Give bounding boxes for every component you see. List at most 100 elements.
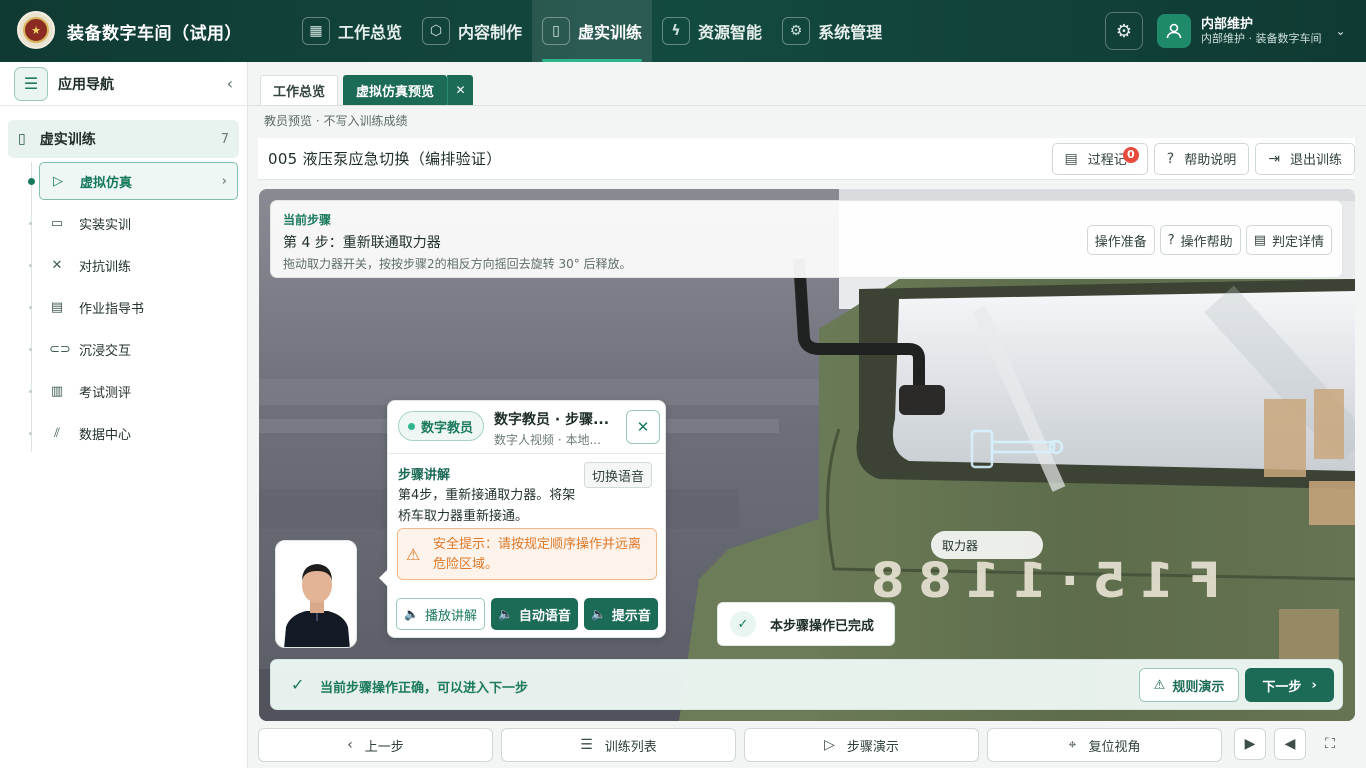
nav-item-label: 虚实训练 [578,23,643,42]
next-step-label: 下一步 [1262,679,1302,695]
help-button[interactable]: ? 帮助说明 [1153,142,1250,175]
warning-icon: ⚠ [406,545,421,564]
reset-view-label: 复位视角 [1088,739,1141,755]
play-explanation-button[interactable]: 🔈 播放讲解 [396,598,485,630]
bolt-icon: ϟ [662,17,691,45]
help-circle-icon: ? [1167,232,1175,248]
sidebar-header: ☰ 应用导航 ‹ [0,62,247,106]
simulation-viewport[interactable]: F15·1188 当前步骤 第 4 步：重新联通取力器 拖动取力器开关，按按步骤… [259,189,1355,721]
user-subtitle: 内部维护 · 装备数字车间 [1201,31,1322,45]
book-icon: ▯ [542,17,571,45]
exit-icon: ⇥ [1268,150,1280,167]
panel-right-icon: ▶ [1244,736,1256,752]
play-circle-icon: ▷ [53,173,63,189]
monitor-icon: ▭ [50,215,64,231]
main-nav: ▦ 工作总览 ⬡ 内容制作 ▯ 虚实训练 ϟ 资源智能 ⚙ 系统管理 [292,0,892,62]
panel-expand-button[interactable]: ▶ [1234,728,1266,760]
training-list-button[interactable]: ☰ 训练列表 [501,728,736,762]
step-demo-button[interactable]: ▷ 步骤演示 [744,728,979,762]
chevron-right-icon: › [221,173,227,189]
sidebar-item-data[interactable]: ⫽ 数据中心 [29,414,238,452]
tab-overview[interactable]: 工作总览 [260,75,339,105]
step-explanation-text: 第4步，重新接通取力器。将架桥车取力器重新接通。 [398,488,576,524]
callout-title: 数字教员 · 步骤... [494,412,610,428]
swords-icon: ✕ [51,257,63,273]
record-count-badge: 0 [1122,146,1139,163]
nav-item-label: 工作总览 [338,23,403,42]
online-dot-icon [408,422,415,430]
next-step-button[interactable]: 下一步 › [1245,668,1334,702]
user-name: 内部维护 [1201,16,1254,32]
switch-voice-button[interactable]: 切换语音 [584,462,653,488]
instructor-actions: 🔈 播放讲解 🔈 自动语音 🔈 提示音 [396,598,658,630]
check-icon: ✓ [730,611,756,637]
auto-voice-button[interactable]: 🔈 自动语音 [490,598,578,630]
auto-voice-label: 自动语音 [518,608,571,624]
previous-step-label: 上一步 [364,739,404,755]
cue-sound-button[interactable]: 🔈 提示音 [583,598,658,630]
crosshair-icon: ⌖ [1068,737,1077,753]
warning-icon: ⚠ [1153,677,1166,693]
speaker-icon: 🔈 [497,607,513,621]
sidebar-item-label: 数据中心 [79,427,132,443]
emblem-icon: ★ [17,11,55,49]
part-label-pto[interactable]: 取力器 [931,531,1043,559]
vr-icon: ⊂⊃ [49,341,71,357]
nav-item-training[interactable]: ▯ 虚实训练 [532,0,653,62]
safety-warning-text: 安全提示：请按规定顺序操作并远离危险区域。 [433,537,642,572]
close-callout-button[interactable]: ✕ [626,410,660,444]
step-status-bar: ✓ 当前步骤操作正确，可以进入下一步 ⚠ 规则演示 下一步 › [270,659,1343,710]
rule-demo-button[interactable]: ⚠ 规则演示 [1139,668,1239,702]
menu-button[interactable]: ☰ [14,66,48,101]
clipboard-icon: ▥ [50,383,64,399]
sidebar-group-training[interactable]: ▯ 虚实训练 7 [8,120,239,158]
sidebar-item-immersive[interactable]: ⊂⊃ 沉浸交互 [29,330,238,368]
collapse-sidebar-icon[interactable]: ‹ [227,74,233,93]
user-avatar-icon [1157,14,1191,48]
operation-help-button[interactable]: ? 操作帮助 [1159,225,1241,255]
process-record-button[interactable]: ▤ 过程记 0 [1051,142,1148,175]
sidebar-item-combat[interactable]: ✕ 对抗训练 [29,246,238,284]
operation-prep-button[interactable]: 操作准备 [1086,225,1155,255]
user-menu[interactable]: 内部维护 内部维护 · 装备数字车间 ⌄ [1157,11,1353,51]
exit-training-button[interactable]: ⇥ 退出训练 [1255,142,1355,175]
digital-instructor-avatar[interactable] [275,540,357,648]
step-complete-toast: ✓ 本步骤操作已完成 [717,602,895,646]
nav-item-overview[interactable]: ▦ 工作总览 [292,0,412,62]
cue-sound-label: 提示音 [611,608,651,624]
sidebar-item-exam[interactable]: ▥ 考试测评 [29,372,238,410]
sidebar-item-guide[interactable]: ▤ 作业指导书 [29,288,238,326]
callout-subtitle: 数字人视频 · 本地... [494,433,601,447]
judgement-detail-button[interactable]: ▤ 判定详情 [1245,225,1332,255]
sidebar-sub-list: ▷ 虚拟仿真 › ▭ 实装实训 ✕ 对抗训练 ▤ 作业指导书 ⊂⊃ 沉浸交互 ▥… [0,162,247,452]
tab-strip: 工作总览 虚拟仿真预览 ✕ [260,75,474,105]
sidebar-item-label: 实装实训 [79,217,132,233]
nav-item-content[interactable]: ⬡ 内容制作 [412,0,532,62]
reset-view-button[interactable]: ⌖ 复位视角 [987,728,1222,762]
play-circle-icon: ▷ [824,737,835,753]
settings-button[interactable]: ⚙ [1105,12,1143,50]
safety-warning: ⚠ 安全提示：请按规定顺序操作并远离危险区域。 [397,528,657,580]
step-complete-text: 本步骤操作已完成 [770,618,875,634]
instructor-portrait [276,541,356,647]
menu-icon: ☰ [23,74,39,93]
sidebar-item-real-equipment[interactable]: ▭ 实装实训 [29,204,238,242]
sidebar-item-label: 虚拟仿真 [80,175,133,191]
process-record-label: 过程记 [1087,153,1127,168]
step-status-text: 当前步骤操作正确，可以进入下一步 [320,681,529,696]
tab-sim-preview[interactable]: 虚拟仿真预览 [343,75,448,105]
close-tab-button[interactable]: ✕ [447,75,474,105]
nav-item-system[interactable]: ⚙ 系统管理 [772,0,892,62]
panel-collapse-button[interactable]: ◀ [1274,728,1306,760]
sidebar-item-virtual-sim[interactable]: ▷ 虚拟仿真 › [28,162,238,200]
nav-item-label: 内容制作 [458,23,523,42]
document-icon: ▤ [1253,232,1266,248]
tabs-divider [248,105,1366,106]
nav-item-label: 系统管理 [818,23,883,42]
nav-item-resources[interactable]: ϟ 资源智能 [652,0,772,62]
previous-step-button[interactable]: ‹ 上一步 [258,728,493,762]
emblem-star: ★ [31,23,41,37]
training-list-label: 训练列表 [604,739,657,755]
callout-divider [388,453,665,454]
fullscreen-button[interactable]: ⛶ [1314,728,1346,760]
